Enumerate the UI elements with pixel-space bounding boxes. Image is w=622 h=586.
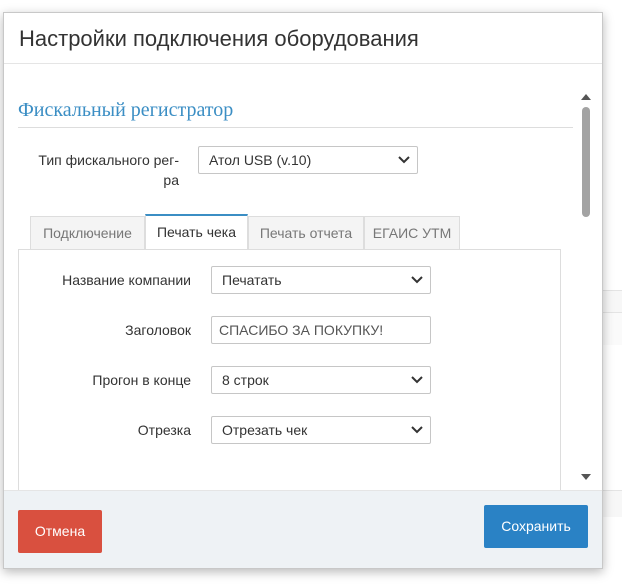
section-divider xyxy=(18,127,573,128)
dialog-body: Фискальный регистратор Тип фискального р… xyxy=(4,64,602,492)
equipment-settings-dialog: Настройки подключения оборудования Фиска… xyxy=(3,12,603,569)
scroll-up-arrow-icon[interactable] xyxy=(581,94,591,100)
tab-receipt-print[interactable]: Печать чека xyxy=(145,214,248,249)
chevron-down-icon xyxy=(411,376,423,384)
chevron-down-icon xyxy=(411,426,423,434)
chevron-down-icon xyxy=(398,156,410,164)
section-title: Фискальный регистратор xyxy=(18,99,234,121)
fiscal-type-value: Атол USB (v.10) xyxy=(209,152,312,168)
company-name-value: Печатать xyxy=(222,272,282,288)
fiscal-type-label-line1: Тип фискального рег- xyxy=(38,152,179,168)
dialog-header: Настройки подключения оборудования xyxy=(4,13,602,64)
background-panel-strip xyxy=(602,490,622,517)
scroll-down-arrow-icon[interactable] xyxy=(581,474,591,480)
save-button[interactable]: Сохранить xyxy=(484,505,588,548)
cut-value: Отрезать чек xyxy=(222,422,308,438)
dialog-title: Настройки подключения оборудования xyxy=(19,26,419,51)
tab-connection-label: Подключение xyxy=(43,225,132,241)
cancel-button[interactable]: Отмена xyxy=(18,510,102,553)
feed-select[interactable]: 8 строк xyxy=(211,366,431,394)
cut-label: Отрезка xyxy=(137,422,191,438)
tab-receipt-print-label: Печать чека xyxy=(156,224,237,240)
tab-report-print[interactable]: Печать отчета xyxy=(248,216,364,249)
feed-label: Прогон в конце xyxy=(92,372,191,388)
fiscal-type-label-line2: ра xyxy=(163,172,179,188)
header-label: Заголовок xyxy=(125,322,191,338)
header-value: СПАСИБО ЗА ПОКУПКУ! xyxy=(219,322,384,338)
feed-value: 8 строк xyxy=(222,372,269,388)
tab-egais-utm-label: ЕГАИС УТМ xyxy=(372,225,452,241)
vertical-scrollbar[interactable] xyxy=(580,94,592,480)
receipt-print-pane: Название компании Печатать Заголовок СПА… xyxy=(18,249,561,492)
chevron-down-icon xyxy=(411,276,423,284)
header-input[interactable]: СПАСИБО ЗА ПОКУПКУ! xyxy=(211,316,431,344)
cut-select[interactable]: Отрезать чек xyxy=(211,416,431,444)
company-name-label: Название компании xyxy=(62,272,191,288)
fiscal-type-select[interactable]: Атол USB (v.10) xyxy=(198,146,418,174)
background-panel-strip xyxy=(602,290,622,313)
tab-connection[interactable]: Подключение xyxy=(30,216,145,249)
background-panel-strip xyxy=(602,312,622,345)
tab-report-print-label: Печать отчета xyxy=(259,225,353,241)
dialog-footer: Отмена Сохранить xyxy=(4,490,602,568)
tab-egais-utm[interactable]: ЕГАИС УТМ xyxy=(364,216,460,249)
scrollbar-thumb[interactable] xyxy=(582,107,590,217)
company-name-select[interactable]: Печатать xyxy=(211,266,431,294)
fiscal-type-label: Тип фискального рег- ра xyxy=(14,150,179,190)
